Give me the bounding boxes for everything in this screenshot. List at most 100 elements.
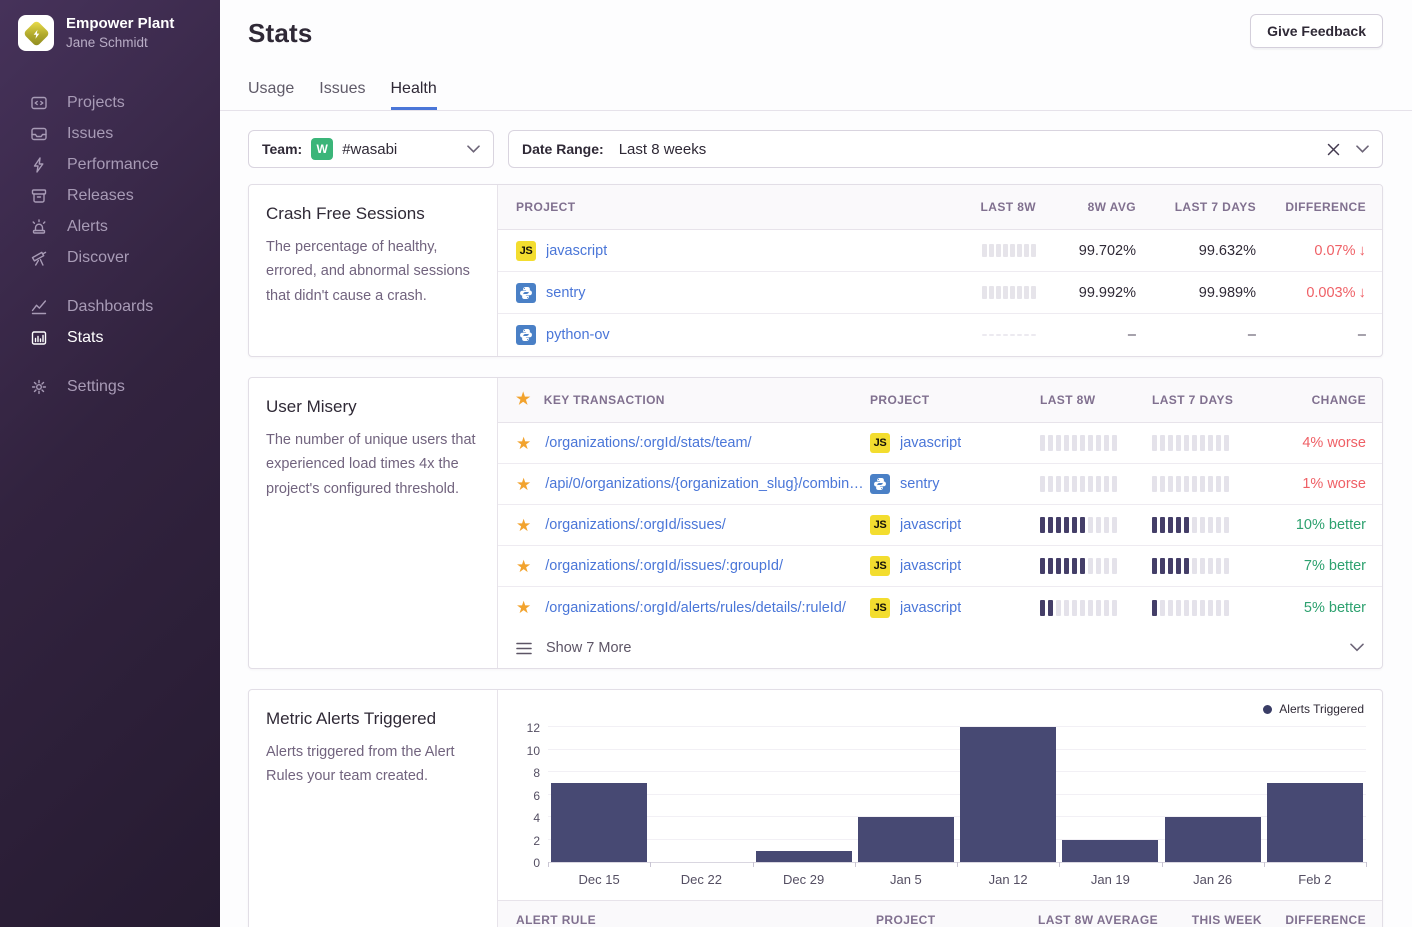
list-icon bbox=[516, 642, 532, 655]
x-tick bbox=[1264, 862, 1265, 867]
bars bbox=[548, 722, 1366, 862]
tab-health[interactable]: Health bbox=[391, 80, 437, 110]
sidebar-item-alerts[interactable]: Alerts bbox=[0, 211, 220, 242]
key-transaction-star-icon[interactable]: ★ bbox=[516, 476, 531, 493]
user-misery-description: User Misery The number of unique users t… bbox=[249, 378, 498, 668]
misery-score-bar bbox=[1040, 600, 1152, 616]
python-platform-icon bbox=[516, 283, 536, 303]
date-range-select[interactable]: Date Range: Last 8 weeks bbox=[508, 130, 1383, 168]
sidebar-item-discover[interactable]: Discover bbox=[0, 242, 220, 273]
metric-alerts-chart-area: Alerts Triggered 024681012 Dec 15Dec 22D… bbox=[498, 690, 1382, 927]
project-link[interactable]: sentry bbox=[900, 476, 940, 492]
sidebar-item-dashboards[interactable]: Dashboards bbox=[0, 291, 220, 322]
arrow-down-icon: ↓ bbox=[1359, 242, 1367, 259]
last-7-days-value: 99.632% bbox=[1136, 243, 1256, 259]
transaction-link[interactable]: /organizations/:orgId/issues/:groupId/ bbox=[545, 558, 783, 574]
project-link[interactable]: python-ov bbox=[546, 327, 610, 343]
chevron-down-icon bbox=[1350, 643, 1364, 652]
legend-dot-icon bbox=[1263, 705, 1272, 714]
misery-score-bar bbox=[1040, 517, 1152, 533]
sidebar-item-stats[interactable]: Stats bbox=[0, 322, 220, 353]
bar-chart: 024681012 bbox=[514, 722, 1366, 863]
give-feedback-button[interactable]: Give Feedback bbox=[1250, 14, 1383, 48]
difference-value: 0.07%↓ bbox=[1256, 242, 1366, 259]
star-icon: ★ bbox=[516, 392, 531, 408]
key-transaction-star-icon[interactable]: ★ bbox=[516, 599, 531, 616]
difference-value: 0.003%↓ bbox=[1256, 284, 1366, 301]
misery-score-bar bbox=[1040, 435, 1152, 451]
misery-score-bar bbox=[1152, 435, 1264, 451]
filter-row: Team: W #wasabi Date Range: Last 8 weeks bbox=[248, 130, 1383, 168]
transaction-link[interactable]: /api/0/organizations/{organization_slug}… bbox=[545, 476, 870, 492]
misery-score-bar bbox=[1152, 558, 1264, 574]
transaction-link[interactable]: /organizations/:orgId/alerts/rules/detai… bbox=[545, 600, 846, 616]
project-link[interactable]: javascript bbox=[900, 517, 961, 533]
settings-icon bbox=[29, 377, 48, 396]
project-link[interactable]: javascript bbox=[900, 558, 961, 574]
project-link[interactable]: javascript bbox=[900, 435, 961, 451]
sidebar-item-issues[interactable]: Issues bbox=[0, 118, 220, 149]
key-transaction-star-icon[interactable]: ★ bbox=[516, 558, 531, 575]
y-tick-label: 12 bbox=[527, 721, 540, 735]
clear-icon[interactable] bbox=[1327, 143, 1340, 156]
table-row: ★ /api/0/organizations/{organization_slu… bbox=[498, 464, 1382, 505]
column-header: DIFFERENCE bbox=[1256, 200, 1382, 214]
sidebar-item-releases[interactable]: Releases bbox=[0, 180, 220, 211]
tab-usage[interactable]: Usage bbox=[248, 80, 294, 110]
table-row: ★ /organizations/:orgId/issues/:groupId/… bbox=[498, 546, 1382, 587]
team-value: #wasabi bbox=[342, 141, 397, 158]
sidebar-item-label: Alerts bbox=[67, 218, 108, 236]
javascript-platform-icon: JS bbox=[516, 241, 536, 261]
sidebar: Empower Plant Jane Schmidt Projects Issu… bbox=[0, 0, 220, 927]
issues-icon bbox=[29, 124, 48, 143]
x-tick bbox=[650, 862, 651, 867]
panel-title: Crash Free Sessions bbox=[266, 204, 480, 224]
column-header: THIS WEEK bbox=[1158, 913, 1262, 927]
user-misery-panel: User Misery The number of unique users t… bbox=[248, 377, 1383, 669]
sidebar-item-projects[interactable]: Projects bbox=[0, 87, 220, 118]
show-more-row[interactable]: Show 7 More bbox=[498, 628, 1382, 668]
change-value: 1% worse bbox=[1264, 476, 1382, 492]
misery-score-bar bbox=[1040, 558, 1152, 574]
sidebar-item-performance[interactable]: Performance bbox=[0, 149, 220, 180]
column-header: PROJECT bbox=[498, 200, 916, 214]
column-header: PROJECT bbox=[876, 913, 988, 927]
column-header: LAST 8W AVERAGE bbox=[988, 913, 1158, 927]
content: Team: W #wasabi Date Range: Last 8 weeks… bbox=[220, 111, 1412, 927]
team-select[interactable]: Team: W #wasabi bbox=[248, 130, 494, 168]
key-transaction-star-icon[interactable]: ★ bbox=[516, 517, 531, 534]
sidebar-item-label: Issues bbox=[67, 125, 113, 143]
misery-score-bar bbox=[1040, 476, 1152, 492]
x-tick bbox=[855, 862, 856, 867]
avg-8w-value: 99.992% bbox=[1036, 285, 1136, 301]
tab-issues[interactable]: Issues bbox=[319, 80, 365, 110]
alert-rules-table-header: ALERT RULE PROJECT LAST 8W AVERAGE THIS … bbox=[498, 900, 1382, 927]
column-header: LAST 8W bbox=[916, 200, 1036, 214]
legend-label: Alerts Triggered bbox=[1279, 702, 1364, 716]
project-link[interactable]: javascript bbox=[546, 243, 607, 259]
transaction-link[interactable]: /organizations/:orgId/issues/ bbox=[545, 517, 726, 533]
python-icon bbox=[519, 286, 533, 300]
team-select-caret bbox=[467, 145, 480, 153]
arrow-down-icon: ↓ bbox=[1359, 284, 1367, 301]
show-more-label: Show 7 More bbox=[546, 640, 631, 656]
releases-icon bbox=[29, 186, 48, 205]
sidebar-item-settings[interactable]: Settings bbox=[0, 371, 220, 402]
y-tick-label: 6 bbox=[533, 789, 540, 803]
project-link[interactable]: javascript bbox=[900, 600, 961, 616]
column-header: ★KEY TRANSACTION bbox=[498, 392, 870, 408]
x-tick bbox=[1366, 862, 1367, 867]
transaction-link[interactable]: /organizations/:orgId/stats/team/ bbox=[545, 435, 751, 451]
org-switcher[interactable]: Empower Plant Jane Schmidt bbox=[0, 0, 220, 65]
y-tick-label: 0 bbox=[533, 856, 540, 870]
project-link[interactable]: sentry bbox=[546, 285, 586, 301]
sidebar-item-label: Releases bbox=[67, 187, 134, 205]
chart-x-axis: Dec 15Dec 22Dec 29Jan 5Jan 12Jan 19Jan 2… bbox=[548, 872, 1366, 887]
key-transaction-star-icon[interactable]: ★ bbox=[516, 435, 531, 452]
change-value: 4% worse bbox=[1264, 435, 1382, 451]
sidebar-nav-footer: Settings bbox=[0, 371, 220, 402]
crash-free-sessions-table: PROJECT LAST 8W 8W AVG LAST 7 DAYS DIFFE… bbox=[498, 185, 1382, 356]
team-avatar: W bbox=[311, 138, 333, 160]
table-row: JSjavascript 99.702% 99.632% 0.07%↓ bbox=[498, 230, 1382, 272]
team-label: Team: bbox=[262, 141, 302, 157]
